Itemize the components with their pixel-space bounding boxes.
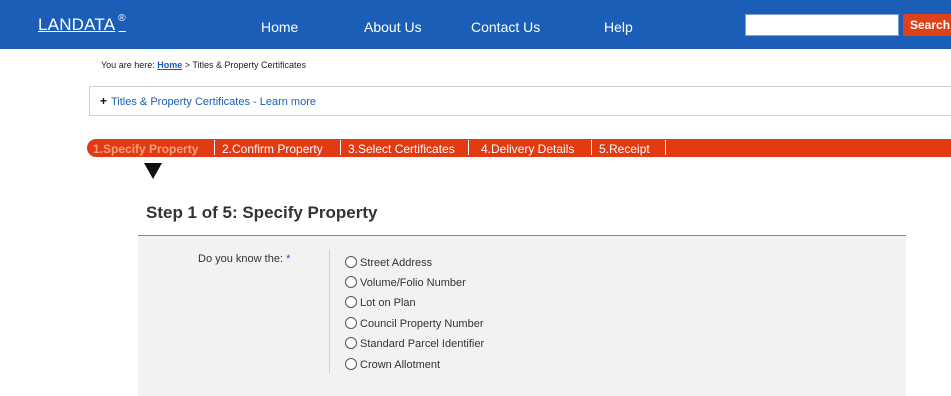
option-standard-parcel-identifier[interactable]: Standard Parcel Identifier xyxy=(345,337,484,351)
option-label: Lot on Plan xyxy=(360,297,416,309)
radio-icon[interactable] xyxy=(345,358,357,370)
search-input[interactable] xyxy=(745,14,899,36)
radio-icon[interactable] xyxy=(345,296,357,308)
breadcrumb-current: > Titles & Property Certificates xyxy=(184,60,307,70)
search-button[interactable]: Search xyxy=(903,14,951,36)
option-council-property-number[interactable]: Council Property Number xyxy=(345,317,484,331)
option-label: Council Property Number xyxy=(360,318,484,330)
breadcrumb-prefix: You are here: xyxy=(101,60,155,70)
step-5-receipt: 5.Receipt xyxy=(599,142,650,156)
radio-icon[interactable] xyxy=(345,276,357,288)
step-divider xyxy=(591,140,592,155)
step-divider xyxy=(214,140,215,155)
option-lot-on-plan[interactable]: Lot on Plan xyxy=(345,296,416,310)
option-label: Crown Allotment xyxy=(360,359,441,371)
logo-text: LANDATA xyxy=(38,15,116,34)
option-crown-allotment[interactable]: Crown Allotment xyxy=(345,358,440,372)
radio-icon[interactable] xyxy=(345,317,357,329)
nav-contact-us[interactable]: Contact Us xyxy=(471,19,540,35)
option-volume-folio-number[interactable]: Volume/Folio Number xyxy=(345,276,466,290)
nav-help[interactable]: Help xyxy=(604,19,633,35)
breadcrumb-home-link[interactable]: Home xyxy=(157,60,182,70)
registered-mark: ® xyxy=(118,13,126,24)
expand-plus-icon[interactable]: + xyxy=(100,94,107,108)
step-divider xyxy=(468,140,469,155)
option-label: Standard Parcel Identifier xyxy=(360,338,485,350)
step-1-specify-property: 1.Specify Property xyxy=(93,142,199,156)
question-text: Do you know the: xyxy=(198,253,283,265)
radio-icon[interactable] xyxy=(345,256,357,268)
learn-more-panel[interactable]: + Titles & Property Certificates - Learn… xyxy=(89,86,951,116)
learn-more-link[interactable]: Titles & Property Certificates - Learn m… xyxy=(111,96,316,108)
breadcrumb: You are here: Home > Titles & Property C… xyxy=(101,60,306,70)
page-title: Step 1 of 5: Specify Property xyxy=(146,203,378,222)
nav-about-us[interactable]: About Us xyxy=(364,19,422,35)
step-divider xyxy=(340,140,341,155)
question-label: Do you know the: * xyxy=(198,253,290,265)
option-label: Street Address xyxy=(360,257,433,269)
progress-steps-bar: 1.Specify Property 2.Confirm Property 3.… xyxy=(87,139,951,157)
top-bar: LANDATA ® Home About Us Contact Us Help S… xyxy=(0,0,951,49)
step-3-select-certificates: 3.Select Certificates xyxy=(348,142,455,156)
option-street-address[interactable]: Street Address xyxy=(345,256,432,270)
landata-logo[interactable]: LANDATA ® xyxy=(38,13,126,35)
option-label: Volume/Folio Number xyxy=(360,277,466,289)
current-step-arrow-icon xyxy=(144,163,162,179)
form-divider xyxy=(329,249,330,373)
radio-icon[interactable] xyxy=(345,337,357,349)
step-2-confirm-property: 2.Confirm Property xyxy=(222,142,323,156)
required-mark: * xyxy=(286,253,291,265)
nav-home[interactable]: Home xyxy=(261,19,298,35)
step-divider xyxy=(665,140,666,155)
step-4-delivery-details: 4.Delivery Details xyxy=(481,142,575,156)
